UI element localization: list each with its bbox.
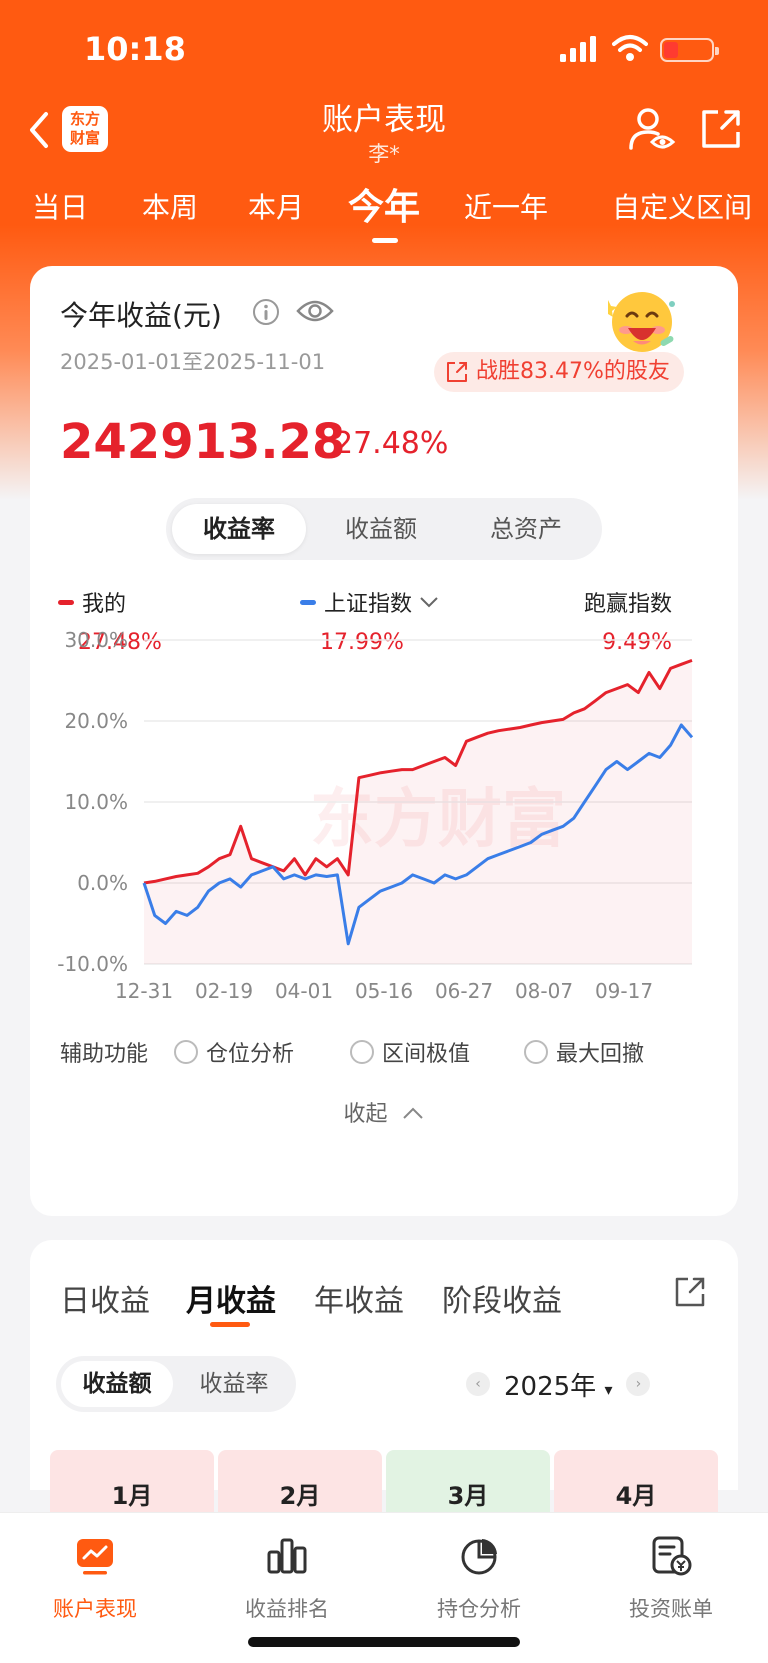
month-cell[interactable]: 3月	[386, 1450, 550, 1520]
user-privacy-icon[interactable]	[628, 106, 676, 152]
tab-this-week[interactable]: 本周	[142, 186, 198, 226]
mode-tab-amount[interactable]: 收益额	[61, 1361, 173, 1407]
nav-account-performance[interactable]: 账户表现	[20, 1533, 170, 1623]
tab-monthly-returns[interactable]: 月收益	[186, 1276, 276, 1320]
y-tick-label: 0.0%	[77, 871, 128, 895]
prev-year-arrow-icon[interactable]: ‹	[466, 1372, 490, 1396]
eye-icon[interactable]	[296, 296, 334, 326]
status-bar: 10:18	[0, 0, 768, 96]
return-line-chart: 东方财富30.0%20.0%10.0%0.0%-10.0%12-31 02-19 0…	[57, 628, 694, 1003]
collapse-label: 收起	[343, 1102, 388, 1127]
x-tick-label: 12-31	[115, 979, 173, 1003]
x-tick-label: 06-27	[435, 979, 493, 1003]
active-tab-indicator	[372, 238, 398, 243]
nav-label: 持仓分析	[437, 1597, 521, 1621]
bottom-nav: 账户表现 收益排名 持仓分析 投资账单	[0, 1512, 768, 1663]
profit-amount: 242913.28	[60, 414, 346, 470]
aux-label: 辅助功能	[60, 1042, 149, 1067]
nav-label: 投资账单	[629, 1597, 713, 1621]
x-tick-label: 02-19	[195, 979, 253, 1003]
y-tick-label: -10.0%	[57, 952, 128, 976]
returns-tab-indicator	[210, 1322, 250, 1327]
home-indicator	[248, 1637, 520, 1647]
metric-tab-return-rate[interactable]: 收益率	[172, 504, 306, 554]
nav-returns-ranking[interactable]: 收益排名	[212, 1533, 362, 1623]
date-range: 2025-01-01至2025-11-01	[60, 350, 326, 374]
month-cell[interactable]: 1月	[50, 1450, 214, 1520]
aux-option-max-drawdown[interactable]: 最大回撤	[524, 1036, 644, 1068]
radio-icon	[524, 1040, 548, 1064]
returns-card: 日收益 月收益 年收益 阶段收益 收益额 收益率 ‹ 2025年 ▾ › 1月 …	[30, 1240, 738, 1520]
share-small-icon	[447, 362, 467, 382]
metric-tab-return-amount[interactable]: 收益额	[314, 504, 448, 554]
legend-beat-label: 跑赢指数	[584, 592, 673, 617]
month-grid: 1月 2月 3月 4月	[50, 1450, 718, 1520]
aux-option-label: 仓位分析	[206, 1042, 295, 1067]
share-icon[interactable]	[674, 1276, 706, 1308]
y-tick-label: 10.0%	[64, 790, 128, 814]
battery-icon	[660, 38, 719, 62]
year-picker: ‹ 2025年 ▾ ›	[466, 1364, 651, 1404]
legend-swatch-index	[300, 599, 316, 605]
aux-option-label: 最大回撤	[556, 1042, 645, 1067]
bill-icon	[652, 1536, 692, 1576]
aux-option-label: 区间极值	[382, 1042, 471, 1067]
nav-label: 收益排名	[245, 1597, 329, 1621]
metric-tab-total-assets[interactable]: 总资产	[456, 504, 596, 554]
status-time: 10:18	[84, 30, 186, 68]
next-year-arrow-icon[interactable]: ›	[626, 1372, 651, 1396]
chevron-up-icon	[402, 1107, 423, 1119]
year-value: 2025年	[504, 1371, 597, 1402]
metric-switch: 收益率 收益额 总资产	[166, 498, 602, 560]
cellular-signal-icon	[560, 36, 596, 62]
tab-this-year[interactable]: 今年	[348, 178, 420, 230]
tab-last-year[interactable]: 近一年	[464, 186, 548, 226]
aux-option-position-analysis[interactable]: 仓位分析	[174, 1036, 294, 1068]
chevron-down-icon[interactable]	[418, 595, 440, 609]
nav-label: 账户表现	[53, 1597, 137, 1621]
tab-stage-returns[interactable]: 阶段收益	[442, 1276, 562, 1320]
tab-today[interactable]: 当日	[32, 186, 88, 226]
radio-icon	[174, 1040, 198, 1064]
nav-investment-bill[interactable]: 投资账单	[596, 1533, 746, 1623]
aux-option-range-extremes[interactable]: 区间极值	[350, 1036, 470, 1068]
tab-yearly-returns[interactable]: 年收益	[314, 1276, 404, 1320]
y-tick-label: 20.0%	[64, 709, 128, 733]
share-icon[interactable]	[700, 108, 742, 150]
caret-down-icon: ▾	[604, 1379, 613, 1399]
mode-tab-rate[interactable]: 收益率	[178, 1361, 290, 1407]
tab-daily-returns[interactable]: 日收益	[60, 1276, 150, 1320]
legend-mine-label: 我的	[82, 592, 127, 617]
legend-swatch-mine	[58, 599, 74, 605]
ranking-icon	[267, 1538, 307, 1574]
profit-percent: 27.48%	[334, 426, 449, 461]
period-tabs: 当日 本周 本月 今年 近一年 自定义区间	[0, 186, 768, 243]
performance-card: 今年收益(元) 2025-01-01至2025-11-01 战胜83.47%的股…	[30, 266, 738, 1216]
collapse-button[interactable]: 收起	[30, 1096, 738, 1128]
month-cell[interactable]: 2月	[218, 1450, 382, 1520]
series-area-mine	[144, 660, 692, 964]
performance-icon	[77, 1539, 113, 1575]
yearly-profit-title: 今年收益(元)	[60, 299, 222, 332]
aux-functions: 辅助功能 仓位分析 区间极值 最大回撤	[60, 1032, 720, 1068]
x-tick-label: 05-16	[355, 979, 413, 1003]
laughing-face-icon	[608, 292, 675, 352]
beat-ratio-text: 战胜83.47%的股友	[476, 359, 670, 384]
x-tick-label: 08-07	[515, 979, 573, 1003]
wifi-icon	[612, 35, 648, 61]
radio-icon	[350, 1040, 374, 1064]
tab-custom-range[interactable]: 自定义区间	[612, 186, 752, 226]
nav-holding-analysis[interactable]: 持仓分析	[404, 1533, 554, 1623]
beat-ratio-badge[interactable]: 战胜83.47%的股友	[434, 352, 684, 392]
legend-index-label: 上证指数	[324, 592, 413, 617]
y-tick-label: 30.0%	[64, 628, 128, 652]
year-select[interactable]: 2025年 ▾	[504, 1366, 612, 1403]
x-tick-label: 04-01	[275, 979, 333, 1003]
x-tick-label: 09-17	[595, 979, 653, 1003]
info-icon[interactable]	[252, 298, 280, 326]
pie-icon	[461, 1539, 497, 1575]
month-cell[interactable]: 4月	[554, 1450, 718, 1520]
tab-this-month[interactable]: 本月	[248, 186, 304, 226]
returns-mode-switch: 收益额 收益率	[56, 1356, 296, 1412]
